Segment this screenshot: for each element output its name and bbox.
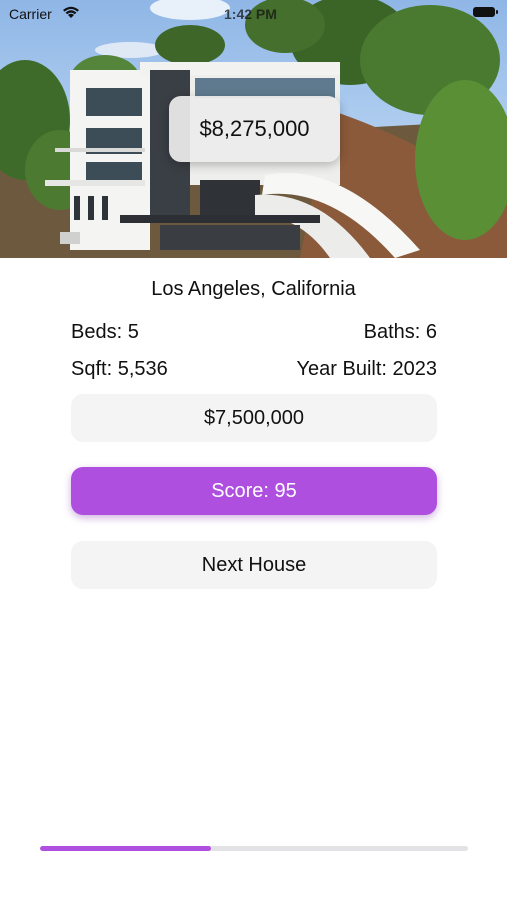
status-bar: Carrier 1:42 PM <box>0 0 507 28</box>
status-time: 1:42 PM <box>224 6 277 22</box>
guess-price-value: $7,500,000 <box>203 406 305 429</box>
beds-label: Beds: 5 <box>71 321 139 343</box>
battery-icon <box>473 7 498 17</box>
guess-price-field[interactable]: $7,500,000 <box>71 394 437 442</box>
progress-bar <box>40 846 468 851</box>
sqft-label: Sqft: 5,536 <box>71 358 168 380</box>
carrier-label: Carrier <box>9 6 52 22</box>
score-button-label: Score: 95 <box>211 479 297 502</box>
actual-price-badge: $8,275,000 <box>169 96 340 162</box>
location-label: Los Angeles, California <box>151 278 356 300</box>
wifi-icon <box>63 6 79 18</box>
progress-fill <box>40 846 212 851</box>
baths-label: Baths: 6 <box>363 321 437 343</box>
next-house-button[interactable]: Next House <box>71 541 437 589</box>
house-photo: Carrier 1:42 PM $8,275,000 <box>0 0 507 258</box>
score-button[interactable]: Score: 95 <box>71 467 437 515</box>
next-house-button-label: Next House <box>201 553 307 576</box>
year-built-label: Year Built: 2023 <box>296 358 437 380</box>
actual-price-text: $8,275,000 <box>199 116 310 141</box>
